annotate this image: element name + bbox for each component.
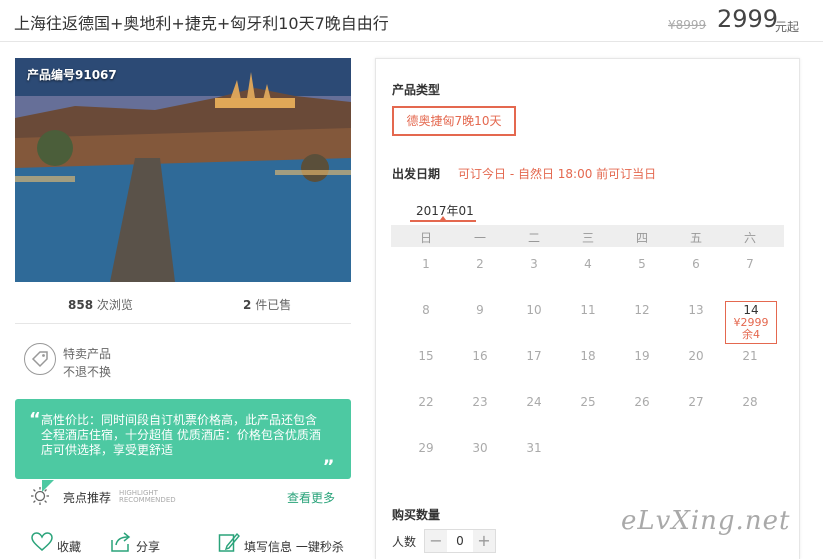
calendar-day: 26 xyxy=(634,395,650,409)
weekday-mon: 一 xyxy=(473,231,486,245)
action-bar: 收藏 分享 填写信息 一键秒杀 xyxy=(15,530,355,559)
close-quote-icon: „ xyxy=(323,447,335,468)
calendar-day: 6 xyxy=(692,257,700,271)
quantity-minus-button[interactable]: − xyxy=(425,530,447,552)
calendar-day-selected[interactable]: 14 ¥2999 余4 xyxy=(725,301,777,344)
calendar-day: 17 xyxy=(526,349,542,363)
calendar-day: 9 xyxy=(476,303,484,317)
calendar-day: 16 xyxy=(472,349,488,363)
original-price: ¥8999 xyxy=(668,18,707,32)
calendar-day: 24 xyxy=(526,395,542,409)
stats-bar: 858 次浏览 2 件已售 xyxy=(15,282,351,324)
calendar-day: 30 xyxy=(472,441,488,455)
calendar-day: 21 xyxy=(742,349,758,363)
month-tab-underline xyxy=(410,220,476,222)
quantity-plus-button[interactable]: + xyxy=(473,530,495,552)
view-more-link[interactable]: 查看更多 xyxy=(287,489,335,506)
highlight-label: 亮点推荐 xyxy=(63,491,112,505)
sold-count: 2 xyxy=(243,298,252,312)
weekday-wed: 三 xyxy=(581,231,594,245)
edit-icon xyxy=(218,532,240,552)
share-button[interactable]: 分享 xyxy=(110,532,161,555)
sold-stat: 2 件已售 xyxy=(243,296,291,313)
calendar-day: 3 xyxy=(530,257,538,271)
calendar-day: 11 xyxy=(580,303,596,317)
page-header: 上海往返德国+奥地利+捷克+匈牙利10天7晚自由行 ¥8999 2999 元起 xyxy=(0,0,823,42)
share-icon xyxy=(111,532,131,552)
calendar-day: 25 xyxy=(580,395,596,409)
weekday-tue: 二 xyxy=(527,231,540,245)
views-label: 次浏览 xyxy=(96,298,133,312)
prague-scene-graphic xyxy=(15,58,351,282)
selected-day-remaining: 余4 xyxy=(742,328,760,341)
departure-date-label: 出发日期 xyxy=(392,167,441,181)
calendar-day: 8 xyxy=(422,303,430,317)
highlight-label-en: HIGHLIGHT RECOMMENDED xyxy=(119,489,176,504)
calendar-day: 28 xyxy=(742,395,758,409)
quantity-label: 人数 xyxy=(392,535,417,549)
calendar-day: 2 xyxy=(476,257,484,271)
weekday-sun: 日 xyxy=(419,231,432,245)
calendar-day: 19 xyxy=(634,349,650,363)
calendar-day: 20 xyxy=(688,349,704,363)
fill-info-label: 填写信息 一键秒杀 xyxy=(244,540,344,554)
calendar-day: 31 xyxy=(526,441,542,455)
weekday-sat: 六 xyxy=(743,231,756,245)
favorite-button[interactable]: 收藏 xyxy=(31,532,82,555)
sold-label: 件已售 xyxy=(255,298,292,312)
product-type-label: 产品类型 xyxy=(392,83,441,97)
heart-icon xyxy=(31,532,53,551)
calendar-day: 12 xyxy=(634,303,650,317)
highlight-text: 高性价比：同时间段自订机票价格高，此产品还包含全程酒店住宿，十分超值 优质酒店：… xyxy=(41,413,321,457)
booking-panel: 产品类型 德奥捷匈7晚10天 出发日期 可订今日 - 自然日 18:00 前可订… xyxy=(375,58,800,559)
views-stat: 858 次浏览 xyxy=(68,296,133,313)
quantity-title: 购买数量 xyxy=(392,508,441,522)
highlight-row: 亮点推荐 HIGHLIGHT RECOMMENDED 查看更多 xyxy=(30,486,340,508)
views-count: 858 xyxy=(68,298,94,312)
current-price: 2999 xyxy=(717,5,779,33)
weekday-header: 日 一 二 三 四 五 六 xyxy=(391,225,784,247)
special-subtitle: 不退不换 xyxy=(63,365,112,379)
departure-date-note: 可订今日 - 自然日 18:00 前可订当日 xyxy=(458,167,657,181)
calendar-day: 23 xyxy=(472,395,488,409)
calendar-day: 29 xyxy=(418,441,434,455)
weekday-thu: 四 xyxy=(635,231,648,245)
open-quote-icon: “ xyxy=(29,409,41,430)
calendar-day: 15 xyxy=(418,349,434,363)
price-suffix: 元起 xyxy=(775,20,800,34)
quantity-stepper: − 0 + xyxy=(424,529,496,553)
selected-day-number: 14 xyxy=(743,303,759,317)
tag-icon xyxy=(24,343,56,375)
calendar-day: 10 xyxy=(526,303,542,317)
calendar-day: 4 xyxy=(584,257,592,271)
sun-icon xyxy=(31,487,49,505)
calendar-day: 27 xyxy=(688,395,704,409)
calendar-day: 22 xyxy=(418,395,434,409)
weekday-fri: 五 xyxy=(689,231,702,245)
calendar-day: 18 xyxy=(580,349,596,363)
product-type-option[interactable]: 德奥捷匈7晚10天 xyxy=(392,106,516,136)
product-code: 产品编号91067 xyxy=(27,68,117,82)
product-photo[interactable]: 产品编号91067 xyxy=(15,58,351,282)
special-title: 特卖产品 xyxy=(63,347,112,361)
fill-info-button[interactable]: 填写信息 一键秒杀 xyxy=(218,532,344,555)
product-title: 上海往返德国+奥地利+捷克+匈牙利10天7晚自由行 xyxy=(14,14,389,33)
calendar-day: 13 xyxy=(688,303,704,317)
calendar-day: 7 xyxy=(746,257,754,271)
calendar-day: 5 xyxy=(638,257,646,271)
highlight-box: “ 高性价比：同时间段自订机票价格高，此产品还包含全程酒店住宿，十分超值 优质酒… xyxy=(15,399,351,479)
quantity-value[interactable]: 0 xyxy=(447,530,473,552)
share-label: 分享 xyxy=(136,540,161,554)
favorite-label: 收藏 xyxy=(57,540,82,554)
site-watermark: eLvXing.net xyxy=(621,506,791,536)
calendar-day: 1 xyxy=(422,257,430,271)
month-tab-caret xyxy=(440,216,446,220)
